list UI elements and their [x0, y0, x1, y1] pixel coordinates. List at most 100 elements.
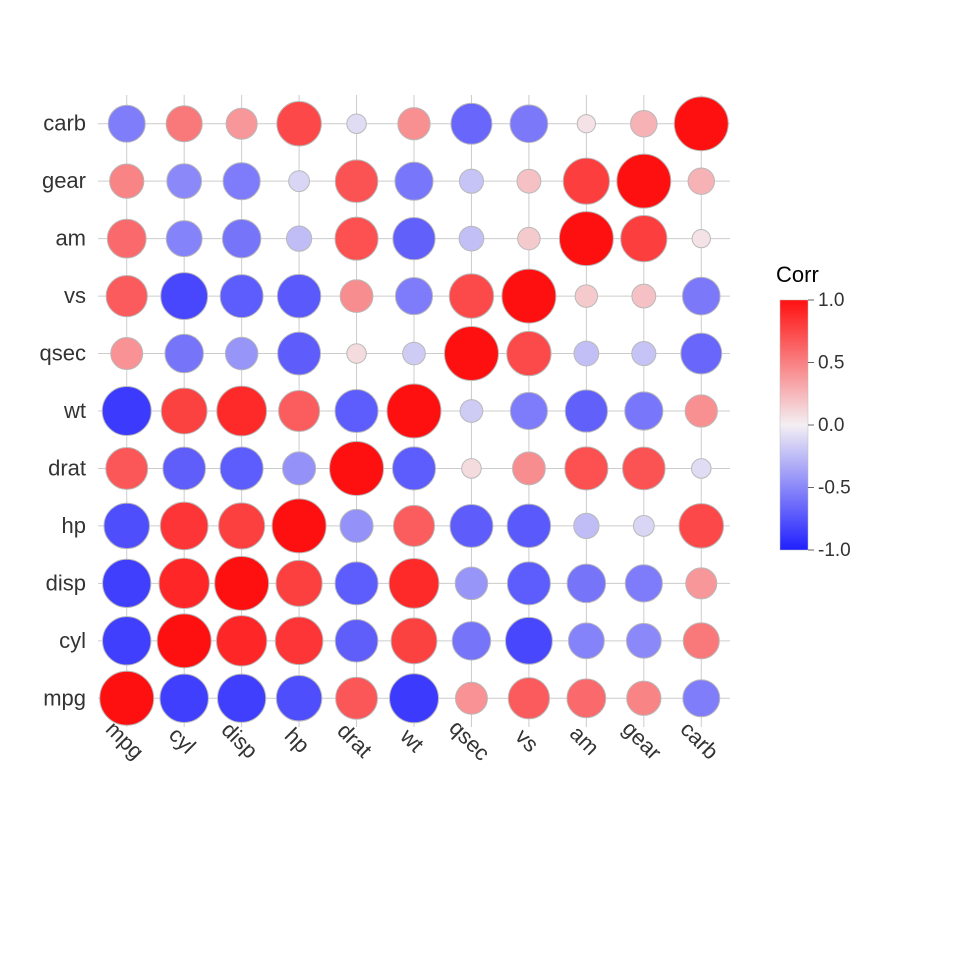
corr-bubble — [692, 230, 710, 248]
legend-tick-label: -1.0 — [818, 540, 851, 561]
y-tick-label: cyl — [59, 628, 86, 653]
corr-bubble — [679, 504, 724, 549]
corr-bubble — [215, 556, 269, 610]
corr-bubble — [220, 275, 263, 318]
corr-bubble — [104, 503, 150, 549]
corr-bubble — [222, 219, 261, 258]
corr-bubble — [450, 504, 493, 547]
y-tick-label: vs — [64, 283, 86, 308]
corr-bubble — [389, 558, 439, 608]
corr-bubble — [563, 158, 609, 204]
corr-bubble — [682, 277, 720, 315]
corr-bubble — [621, 216, 667, 262]
corr-bubble — [100, 671, 154, 725]
corr-bubble — [575, 285, 597, 307]
corr-bubble — [106, 275, 147, 316]
corr-bubble — [502, 269, 556, 323]
corr-bubble — [289, 171, 310, 192]
y-tick-label: disp — [46, 570, 86, 595]
corr-bubble — [574, 341, 599, 366]
corr-bubble — [508, 678, 549, 719]
legend-title: Corr — [776, 262, 819, 287]
corr-bubble — [219, 503, 265, 549]
legend-tick-label: 1.0 — [818, 290, 844, 311]
corr-bubble — [347, 344, 367, 364]
corr-bubble — [275, 617, 323, 665]
color-legend: Corr1.00.50.0-0.5-1.0 — [776, 262, 851, 561]
corr-bubble — [160, 674, 208, 722]
corr-bubble — [507, 331, 551, 375]
corr-bubble — [277, 101, 322, 146]
corr-bubble — [574, 513, 599, 538]
corr-bubble — [166, 106, 202, 142]
corr-bubble — [218, 674, 266, 722]
corr-bubble — [225, 337, 258, 370]
corr-bubble — [444, 327, 498, 381]
y-axis: mpgcyldisphpdratwtqsecvsamgearcarb — [40, 111, 86, 711]
corr-bubble — [335, 389, 378, 432]
corr-bubble — [567, 564, 606, 603]
corr-bubble — [632, 284, 656, 308]
corr-bubble — [393, 217, 435, 259]
corr-bubble — [398, 108, 430, 140]
corr-bubble — [565, 390, 607, 432]
corr-bubble — [163, 447, 206, 490]
corr-bubble — [279, 390, 320, 431]
corr-bubble — [108, 105, 145, 142]
corr-bubble — [340, 280, 373, 313]
corr-bubble — [159, 558, 209, 608]
corr-bubble — [278, 332, 321, 375]
corr-bubble — [459, 226, 484, 251]
corr-bubble — [220, 447, 263, 490]
corr-bubble — [565, 447, 608, 490]
corr-bubble — [286, 226, 311, 251]
corr-bubble — [157, 614, 211, 668]
correlation-plot: mpgcyldisphpdratwtqsecvsamgearcarbmpgcyl… — [0, 0, 960, 960]
corr-bubble — [161, 273, 208, 320]
corr-bubble — [452, 622, 491, 661]
corr-bubble — [272, 499, 326, 553]
corr-bubble — [223, 163, 260, 200]
corr-bubble — [336, 677, 378, 719]
corr-bubble — [688, 168, 714, 194]
corr-bubble — [102, 387, 151, 436]
corr-bubble — [335, 217, 378, 260]
corr-bubble — [217, 386, 267, 436]
corr-bubble — [517, 169, 541, 193]
corr-bubble — [387, 384, 441, 438]
corr-bubble — [633, 515, 654, 536]
corr-bubble — [683, 623, 719, 659]
corr-bubble — [518, 227, 540, 249]
corr-bubble — [681, 333, 722, 374]
y-tick-label: qsec — [40, 341, 86, 366]
corr-bubble — [393, 505, 434, 546]
legend-bar — [780, 300, 808, 550]
corr-bubble — [277, 274, 321, 318]
corr-bubble — [111, 338, 143, 370]
corr-bubble — [685, 395, 717, 427]
corr-bubble — [335, 160, 378, 203]
corr-bubble — [632, 341, 656, 365]
chart-root: mpgcyldisphpdratwtqsecvsamgearcarbmpgcyl… — [0, 0, 960, 960]
corr-bubble — [391, 618, 437, 664]
corr-bubble — [103, 559, 151, 607]
corr-bubble — [226, 108, 257, 139]
legend-tick-label: 0.0 — [818, 415, 844, 436]
legend-tick-label: -0.5 — [818, 478, 851, 499]
corr-bubble — [276, 560, 322, 606]
corr-bubble — [165, 334, 204, 373]
corr-bubble — [559, 212, 613, 266]
corr-bubble — [216, 616, 266, 666]
y-tick-label: drat — [48, 456, 86, 481]
y-tick-label: wt — [63, 398, 86, 423]
corr-bubble — [686, 568, 717, 599]
corr-bubble — [510, 392, 547, 429]
corr-bubble — [347, 114, 367, 134]
corr-bubble — [626, 623, 661, 658]
corr-bubble — [390, 674, 439, 723]
corr-bubble — [617, 154, 671, 208]
corr-bubble — [449, 274, 493, 318]
corr-bubble — [392, 447, 435, 490]
corr-bubble — [460, 400, 483, 423]
corr-bubble — [161, 388, 207, 434]
